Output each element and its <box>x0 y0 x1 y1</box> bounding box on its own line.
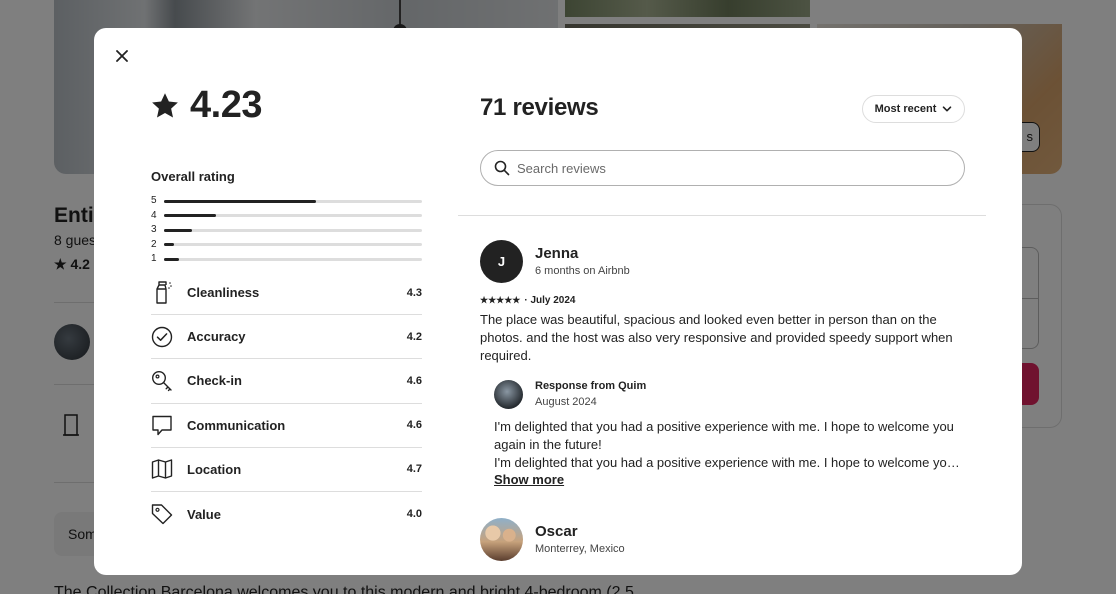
reviews-count-heading: 71 reviews <box>480 94 599 121</box>
host-avatar[interactable] <box>494 380 523 409</box>
rating-distribution-bar <box>164 243 422 247</box>
avatar[interactable] <box>480 518 523 561</box>
show-more-link[interactable]: Show more <box>494 472 564 487</box>
star-icon <box>152 92 178 117</box>
category-value: 4.0 <box>406 508 422 521</box>
rating-distribution-fill <box>164 214 216 218</box>
reviewer-subtitle: Monterrey, Mexico <box>535 543 625 555</box>
rating-distribution-stars: 2 <box>151 238 157 250</box>
rating-distribution-stars: 1 <box>151 253 157 265</box>
category-communication: Communication 4.6 <box>151 404 422 448</box>
category-value: 4.7 <box>406 463 422 476</box>
check-circle-icon <box>151 326 173 347</box>
review-date: · July 2024 <box>524 295 576 306</box>
category-value: Value 4.0 <box>151 492 422 536</box>
review-stars: ★★★★★ <box>480 295 521 305</box>
spray-bottle-icon <box>156 280 172 304</box>
close-button[interactable] <box>110 44 134 68</box>
map-icon <box>151 459 173 480</box>
rating-distribution-row: 1 <box>151 252 422 267</box>
reviewer-name: Oscar <box>535 523 578 540</box>
avatar[interactable]: J <box>480 240 523 283</box>
review-meta: ★★★★★ · July 2024 <box>480 295 576 306</box>
overall-rating-label: Overall rating <box>151 169 235 184</box>
rating-distribution-stars: 3 <box>151 224 157 236</box>
chevron-down-icon <box>943 106 952 112</box>
rating-distribution-fill <box>164 228 193 232</box>
reviews-modal: 4.23 Overall rating 5 4 3 2 1 Cleanlines… <box>94 28 1022 575</box>
category-ratings: Cleanliness 4.3 Accuracy 4.2 Check-in 4.… <box>151 271 422 536</box>
category-value: 4.3 <box>406 286 422 299</box>
overall-rating-summary: 4.23 <box>150 84 262 127</box>
response-text: I'm delighted that you had a positive ex… <box>494 418 964 472</box>
overall-rating-value: 4.23 <box>190 84 262 126</box>
rating-distribution-stars: 5 <box>151 195 157 207</box>
response-date: August 2024 <box>535 396 597 408</box>
rating-distribution-bar <box>164 199 422 203</box>
tag-icon <box>151 504 173 525</box>
rating-distribution-row: 3 <box>151 223 422 238</box>
category-label: Check-in <box>187 373 242 389</box>
category-accuracy: Accuracy 4.2 <box>151 315 422 360</box>
category-label: Accuracy <box>187 329 246 345</box>
category-value: 4.2 <box>406 330 422 343</box>
category-cleanliness: Cleanliness 4.3 <box>151 271 422 316</box>
sort-label: Most recent <box>874 103 937 115</box>
rating-distribution-bar <box>164 257 422 261</box>
search-reviews-field[interactable] <box>480 150 965 186</box>
host-response: Response from Quim August 2024 I'm delig… <box>494 380 970 490</box>
rating-distribution-row: 5 <box>151 194 422 209</box>
rating-distribution-bar <box>164 214 422 218</box>
key-icon <box>151 370 172 392</box>
category-check-in: Check-in 4.6 <box>151 359 422 404</box>
review-item: Oscar Monterrey, Mexico <box>480 518 970 575</box>
close-icon <box>116 50 128 62</box>
category-label: Value <box>187 506 221 522</box>
rating-distribution-stars: 4 <box>151 209 157 221</box>
response-line: I'm delighted that you had a positive ex… <box>494 455 960 470</box>
category-label: Communication <box>187 417 286 433</box>
category-label: Location <box>187 461 242 477</box>
response-title: Response from Quim <box>535 380 647 392</box>
rating-distribution-fill <box>164 199 317 203</box>
rating-distribution-row: 4 <box>151 209 422 224</box>
reviewer-name: Jenna <box>535 245 579 262</box>
rating-distribution-bar <box>164 228 422 232</box>
divider <box>458 215 986 216</box>
review-item: J Jenna 6 months on Airbnb ★★★★★ · July … <box>480 240 970 510</box>
category-location: Location 4.7 <box>151 448 422 492</box>
reviewer-subtitle: 6 months on Airbnb <box>535 265 630 277</box>
sort-dropdown[interactable]: Most recent <box>862 95 965 123</box>
category-label: Cleanliness <box>187 285 260 301</box>
category-value: 4.6 <box>406 374 422 387</box>
rating-distribution: 5 4 3 2 1 <box>151 194 422 267</box>
rating-distribution-fill <box>164 257 180 261</box>
rating-distribution-fill <box>164 243 175 247</box>
chat-bubble-icon <box>152 415 172 436</box>
response-line: I'm delighted that you had a positive ex… <box>494 419 954 452</box>
review-text: The place was beautiful, spacious and lo… <box>480 312 953 363</box>
search-input[interactable] <box>517 160 947 176</box>
rating-distribution-row: 2 <box>151 238 422 253</box>
category-value: 4.6 <box>406 419 422 432</box>
search-icon <box>494 160 510 176</box>
